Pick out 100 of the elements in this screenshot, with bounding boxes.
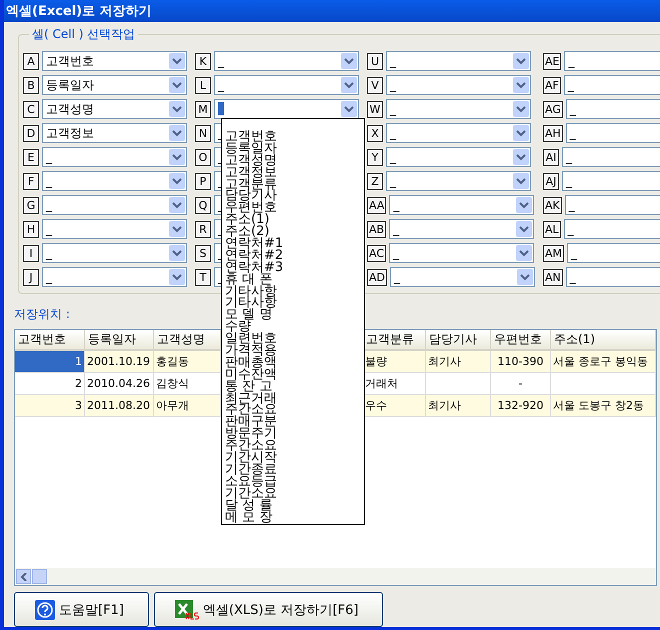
- column-select[interactable]: _: [389, 243, 534, 263]
- column-select[interactable]: _: [564, 219, 660, 239]
- dropdown-option[interactable]: 주소(2): [225, 226, 364, 238]
- table-cell: 2: [15, 373, 85, 395]
- scroll-thumb[interactable]: [32, 569, 47, 584]
- column-header[interactable]: 담당기사: [426, 330, 491, 351]
- column-header[interactable]: 고객번호: [15, 330, 85, 351]
- dropdown-option[interactable]: 주소(1): [225, 214, 364, 226]
- table-cell: 3: [15, 395, 85, 417]
- column-select[interactable]: _: [389, 219, 534, 239]
- table-cell: 2010.04.26: [85, 373, 154, 395]
- column-letter: P: [195, 172, 211, 190]
- dropdown-option[interactable]: 메 모 장: [225, 512, 364, 524]
- dropdown-option[interactable]: 최근거래: [225, 392, 364, 404]
- column-letter: J: [23, 268, 39, 286]
- dropdown-option[interactable]: 판매총액: [225, 356, 364, 369]
- dropdown-option[interactable]: 달 성 률: [225, 500, 364, 512]
- dropdown-option[interactable]: 담당기사: [225, 190, 364, 202]
- column-letter: AA: [367, 196, 386, 214]
- column-select[interactable]: 고객성명: [42, 99, 187, 119]
- column-select[interactable]: _: [42, 243, 187, 263]
- column-select[interactable]: _: [42, 195, 187, 215]
- column-select[interactable]: 등록일자: [42, 75, 187, 95]
- table-cell: 1: [15, 351, 85, 373]
- dropdown-option[interactable]: 기간종료: [225, 464, 364, 476]
- column-select[interactable]: _: [389, 195, 534, 215]
- column-header[interactable]: 우편번호: [491, 330, 551, 351]
- column-select[interactable]: _: [214, 51, 359, 71]
- dropdown-option[interactable]: 고객분류: [225, 178, 364, 190]
- column-select[interactable]: _: [566, 99, 660, 119]
- column-letter: A: [23, 52, 39, 70]
- column-letter: I: [23, 244, 39, 262]
- column-select[interactable]: 고객번호: [42, 51, 187, 71]
- column-select[interactable]: _: [386, 171, 531, 191]
- column-select[interactable]: _: [42, 267, 187, 287]
- column-letter: AK: [543, 196, 562, 214]
- dropdown-option[interactable]: 모 델 명: [225, 309, 364, 322]
- column-select[interactable]: _: [562, 171, 660, 191]
- column-header[interactable]: 고객성명: [154, 330, 221, 351]
- dropdown-option[interactable]: 고객번호: [225, 131, 364, 143]
- export-button[interactable]: 엑셀(XLS)로 저장하기[F6]: [154, 592, 384, 627]
- dropdown-option[interactable]: 고객성명: [225, 154, 364, 167]
- dropdown-option[interactable]: 휴 대 폰: [225, 274, 364, 286]
- column-select[interactable]: _: [214, 99, 359, 119]
- column-select[interactable]: _: [42, 219, 187, 239]
- dropdown-option[interactable]: 기타사항: [225, 297, 364, 310]
- column-letter: AG: [543, 100, 563, 118]
- table-cell: 불량: [363, 351, 426, 373]
- column-select[interactable]: _: [386, 147, 531, 167]
- column-select[interactable]: _: [42, 147, 187, 167]
- column-header[interactable]: 고객분류: [363, 330, 426, 351]
- column-select[interactable]: _: [564, 195, 660, 215]
- column-select[interactable]: _: [566, 123, 660, 143]
- column-letter: R: [195, 220, 211, 238]
- table-cell: 최기사: [426, 351, 491, 373]
- dropdown-option[interactable]: 우편번호: [225, 202, 364, 214]
- column-select[interactable]: _: [42, 171, 187, 191]
- dropdown-option[interactable]: 일련번호: [225, 333, 364, 346]
- dropdown-option[interactable]: 연락처#1: [225, 238, 364, 250]
- column-select[interactable]: _: [386, 99, 531, 119]
- column-select[interactable]: _: [214, 75, 359, 95]
- dropdown-option[interactable]: 통 잔 고: [225, 380, 364, 393]
- column-select[interactable]: _: [386, 123, 531, 143]
- column-select[interactable]: _: [567, 243, 660, 263]
- help-button[interactable]: 도움말[F1]: [14, 592, 149, 627]
- column-letter: U: [367, 52, 383, 70]
- column-select[interactable]: _: [564, 51, 660, 71]
- dropdown-option[interactable]: 수량: [225, 321, 364, 334]
- column-select[interactable]: _: [562, 147, 660, 167]
- dropdown-option[interactable]: 등록일자: [225, 142, 364, 155]
- dropdown-option[interactable]: 연락처#3: [225, 262, 364, 274]
- dropdown-option[interactable]: 기간소요: [225, 488, 364, 500]
- scroll-left-icon[interactable]: [16, 569, 31, 584]
- column-letter: AD: [367, 268, 387, 286]
- dropdown-option[interactable]: 기타사항: [225, 286, 364, 298]
- dropdown-option[interactable]: 방문주기: [225, 428, 364, 440]
- dropdown-option[interactable]: 가격적용: [225, 345, 364, 357]
- dropdown-option[interactable]: 판매구분: [225, 416, 364, 428]
- column-letter: AI: [543, 148, 559, 166]
- dropdown-option[interactable]: 주간소요: [225, 404, 364, 416]
- dropdown-option[interactable]: 주간소요: [225, 440, 364, 452]
- column-letter: AF: [543, 76, 561, 94]
- column-letter: K: [195, 52, 211, 70]
- horizontal-scrollbar[interactable]: [15, 568, 656, 585]
- dropdown-option[interactable]: 소요등급: [225, 476, 364, 488]
- column-select[interactable]: _: [390, 267, 535, 287]
- column-header[interactable]: 주소(1): [551, 330, 656, 351]
- dropdown-option[interactable]: 기간시작: [225, 452, 364, 464]
- column-select[interactable]: _: [564, 75, 660, 95]
- column-select[interactable]: 고객정보: [42, 123, 187, 143]
- column-header[interactable]: 등록일자: [85, 330, 154, 351]
- column-letter: AN: [543, 268, 563, 286]
- dropdown-option[interactable]: 미수잔액: [225, 368, 364, 381]
- column-select[interactable]: _: [386, 75, 531, 95]
- dropdown-option[interactable]: 고객정보: [225, 166, 364, 179]
- table-cell: 홍길동: [154, 351, 221, 373]
- column-letter: M: [195, 100, 211, 118]
- dropdown-option[interactable]: 연락처#2: [225, 250, 364, 262]
- column-select[interactable]: _: [386, 51, 531, 71]
- column-select[interactable]: _: [566, 267, 660, 287]
